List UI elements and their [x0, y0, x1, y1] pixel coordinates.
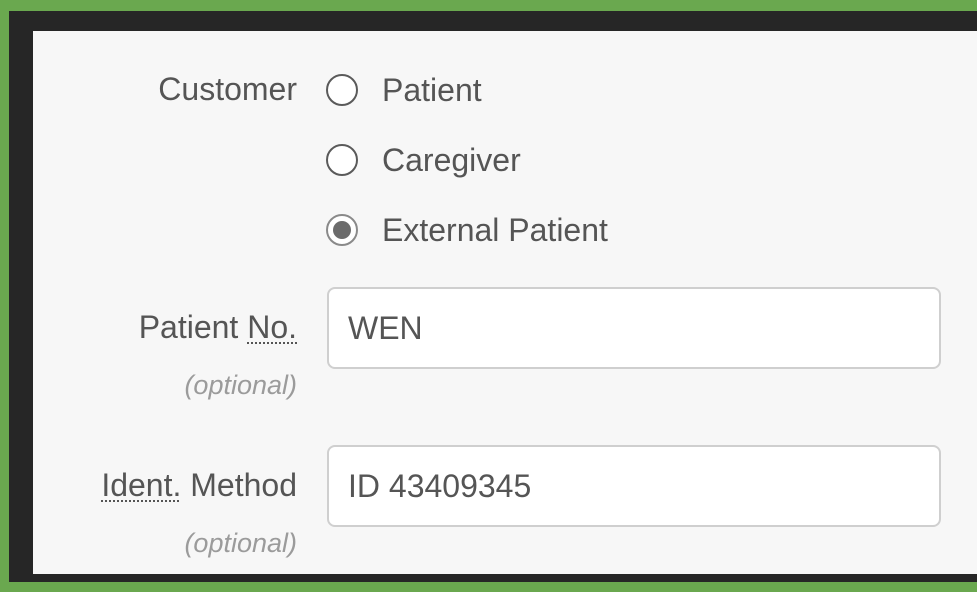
radio-button-patient[interactable] [326, 74, 358, 106]
patient-no-label: Patient No. [139, 309, 297, 346]
ident-method-abbr: Ident. [101, 467, 182, 503]
radio-option-patient[interactable]: Patient [326, 70, 482, 110]
radio-label-caregiver[interactable]: Caregiver [382, 142, 521, 179]
customer-form-panel: Customer Patient Caregiver External Pati… [33, 31, 977, 574]
radio-button-caregiver[interactable] [326, 144, 358, 176]
patient-no-label-text: Patient [138, 309, 248, 345]
radio-option-caregiver[interactable]: Caregiver [326, 140, 521, 180]
radio-option-external-patient[interactable]: External Patient [326, 210, 608, 250]
radio-button-external-patient[interactable] [326, 214, 358, 246]
radio-label-external-patient[interactable]: External Patient [382, 212, 608, 249]
ident-method-label: Ident. Method [101, 467, 297, 504]
ident-method-input[interactable]: ID 43409345 [327, 445, 941, 527]
bottom-strip [0, 592, 977, 599]
patient-no-hint: (optional) [184, 370, 297, 400]
patient-no-input[interactable]: WEN [327, 287, 941, 369]
customer-label: Customer [158, 71, 297, 107]
ident-method-label-text: Method [181, 467, 297, 503]
radio-label-patient[interactable]: Patient [382, 72, 482, 109]
patient-no-abbr: No. [247, 309, 297, 345]
ident-method-hint: (optional) [184, 528, 297, 558]
radio-selected-dot [333, 221, 351, 239]
